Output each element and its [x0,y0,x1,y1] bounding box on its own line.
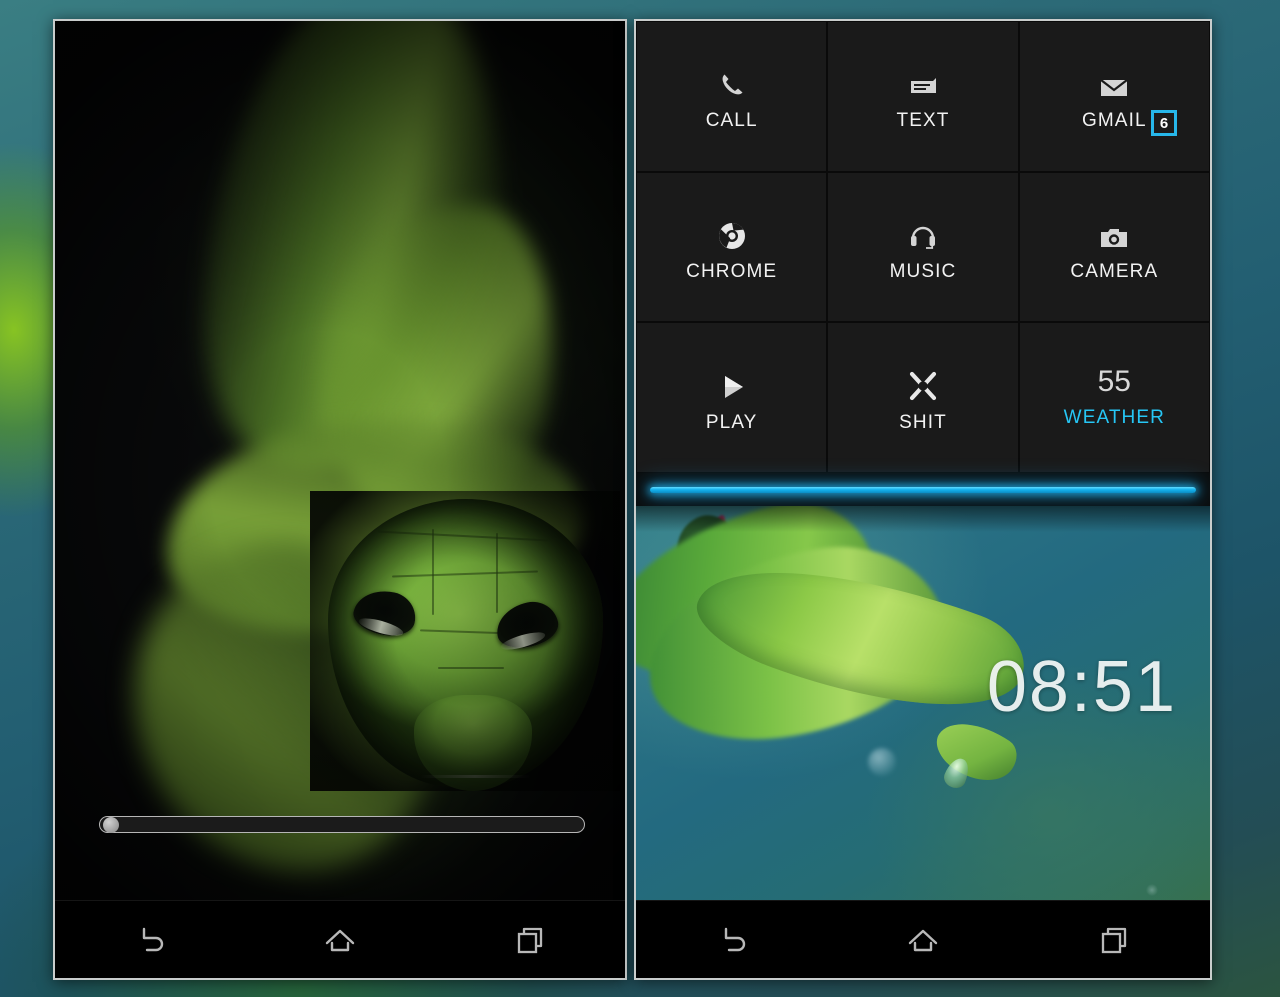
envelope-icon [1098,60,1130,100]
wallpaper-top-shade [636,506,1210,532]
home-button[interactable] [890,915,956,965]
tile-label: WEATHER [1063,406,1165,428]
tile-chrome[interactable]: CHROME [637,172,827,322]
camera-icon [1098,211,1130,251]
bokeh-highlight [1146,884,1158,896]
weather-temperature: 55 [1097,364,1131,398]
message-icon [907,60,939,100]
lockscreen-clock: 08:51 [986,647,1177,727]
left-phone-screen [55,21,625,900]
back-button[interactable] [117,915,183,965]
tile-weather[interactable]: 55 WEATHER [1019,323,1209,472]
bokeh-highlight [868,748,896,776]
launcher-tile-grid: CALL TEXT GMAIL 6 CHROME MUSIC CAMERA PL… [636,21,1210,473]
tile-label: CALL [705,110,758,132]
chrome-icon [717,211,747,251]
home-button[interactable] [307,915,373,965]
lockscreen-wallpaper[interactable]: 08:51 [636,506,1210,900]
play-icon [717,362,747,402]
tile-label: GMAIL [1082,110,1147,132]
recents-icon [513,924,547,956]
right-phone-device: CALL TEXT GMAIL 6 CHROME MUSIC CAMERA PL… [634,19,1212,980]
phone-icon [717,60,747,100]
slider-track[interactable] [99,816,585,833]
tile-label: TEXT [896,110,950,132]
tile-label: CAMERA [1070,260,1159,282]
back-button[interactable] [699,915,765,965]
tile-label: SHIT [899,411,947,433]
tile-text[interactable]: TEXT [828,22,1018,171]
cyan-glow-bar [650,486,1196,493]
x-cross-icon [907,362,939,402]
tile-gmail[interactable]: GMAIL 6 [1019,22,1209,171]
recents-button[interactable] [497,915,563,965]
headphones-icon [908,211,938,251]
left-phone-device [53,19,627,980]
tile-label: PLAY [705,411,758,433]
right-phone-screen: CALL TEXT GMAIL 6 CHROME MUSIC CAMERA PL… [636,21,1210,900]
tile-play[interactable]: PLAY [637,323,827,472]
snake-photo-vignette [55,21,625,900]
home-icon [321,924,359,956]
home-icon [904,924,942,956]
back-icon [715,925,749,955]
left-navigation-bar [55,900,625,978]
right-navigation-bar [636,900,1210,978]
tile-call[interactable]: CALL [637,22,827,171]
tile-label: MUSIC [889,260,957,282]
photo-position-slider[interactable] [99,812,585,836]
gmail-unread-badge: 6 [1150,110,1177,136]
tile-shit[interactable]: SHIT [828,323,1018,472]
cyan-glow-divider [636,473,1210,506]
slider-knob[interactable] [103,817,119,833]
snake-photo[interactable] [55,21,625,900]
recents-button[interactable] [1081,915,1147,965]
tile-camera[interactable]: CAMERA [1019,172,1209,322]
tile-label: CHROME [686,260,778,282]
back-icon [133,925,167,955]
tile-music[interactable]: MUSIC [828,172,1018,322]
recents-icon [1097,924,1131,956]
